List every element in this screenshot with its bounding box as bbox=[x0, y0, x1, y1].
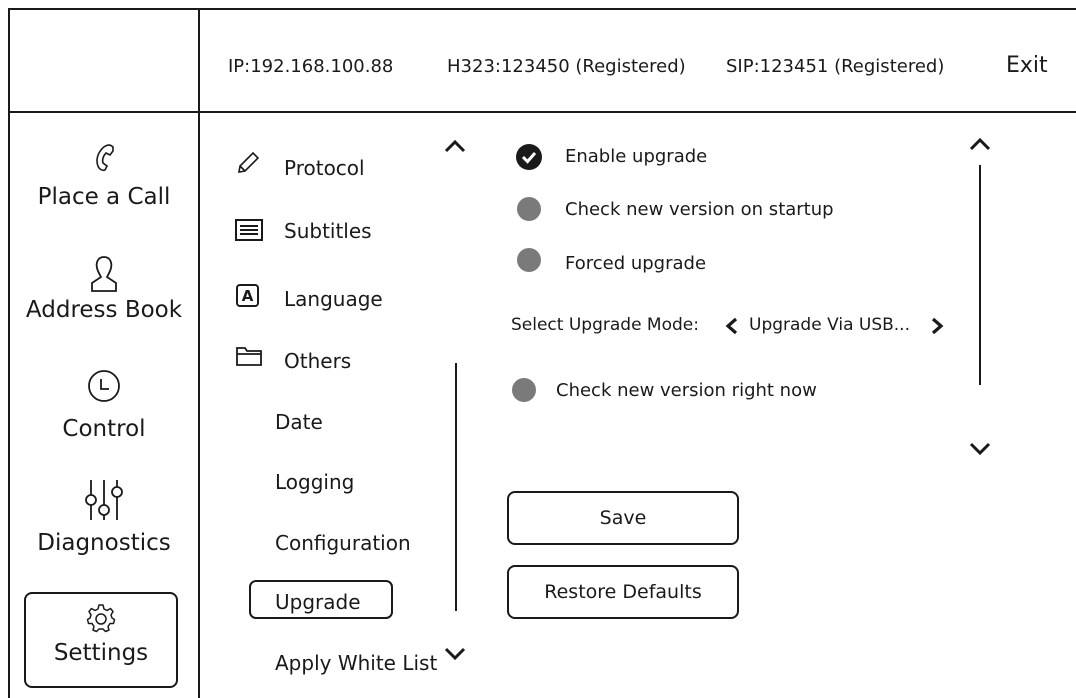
sidebar-item-label: Place a Call bbox=[37, 184, 171, 210]
menu-item-label: Protocol bbox=[284, 156, 365, 180]
sip-status-text: SIP:123451 (Registered) bbox=[726, 56, 945, 77]
options-scroll-down-icon[interactable] bbox=[968, 441, 992, 457]
upgrade-mode-label: Select Upgrade Mode: bbox=[511, 315, 699, 335]
submenu-item-logging[interactable]: Logging bbox=[275, 470, 354, 494]
sidebar-item-label: Control bbox=[62, 416, 146, 442]
sliders-icon bbox=[85, 480, 123, 520]
header-divider bbox=[8, 111, 1076, 113]
person-icon bbox=[91, 256, 117, 292]
sidebar-item-label: Diagnostics bbox=[37, 530, 171, 556]
upgrade-mode-value: Upgrade Via USB... bbox=[749, 315, 910, 335]
menu-item-label: Subtitles bbox=[284, 219, 372, 243]
options-scrollbar[interactable] bbox=[979, 165, 981, 385]
clock-icon bbox=[88, 370, 120, 402]
sidebar-item-label: Settings bbox=[53, 640, 149, 666]
folder-icon bbox=[236, 347, 262, 366]
sidebar-item-address-book[interactable]: Address Book bbox=[10, 253, 198, 323]
lines-icon bbox=[235, 219, 263, 241]
sidebar-item-settings[interactable]: Settings bbox=[24, 592, 178, 688]
check-on-startup-label: Check new version on startup bbox=[565, 199, 834, 220]
save-button[interactable]: Save bbox=[507, 491, 739, 545]
forced-upgrade-label: Forced upgrade bbox=[565, 253, 707, 274]
phone-icon bbox=[96, 144, 114, 172]
enable-upgrade-label: Enable upgrade bbox=[565, 146, 708, 167]
menu-item-label: Others bbox=[284, 349, 352, 373]
menu-scrollbar[interactable] bbox=[455, 363, 457, 611]
exit-button[interactable]: Exit bbox=[1006, 53, 1048, 78]
ip-address-text: IP:192.168.100.88 bbox=[228, 56, 394, 77]
restore-defaults-button[interactable]: Restore Defaults bbox=[507, 565, 739, 619]
sidebar-item-diagnostics[interactable]: Diagnostics bbox=[10, 478, 198, 556]
h323-status-text: H323:123450 (Registered) bbox=[447, 56, 686, 77]
sidebar-divider bbox=[198, 8, 200, 698]
menu-item-label: Language bbox=[284, 287, 383, 311]
check-icon bbox=[521, 152, 537, 164]
gear-icon bbox=[86, 604, 116, 633]
sidebar-item-label: Address Book bbox=[25, 297, 183, 323]
enable-upgrade-checkbox[interactable] bbox=[516, 144, 542, 170]
submenu-item-date[interactable]: Date bbox=[275, 410, 323, 434]
check-now-label: Check new version right now bbox=[556, 380, 817, 401]
submenu-item-upgrade[interactable]: Upgrade bbox=[249, 580, 393, 619]
check-now-button[interactable] bbox=[512, 378, 536, 402]
sidebar-item-place-a-call[interactable]: Place a Call bbox=[10, 140, 198, 210]
mode-next-arrow-icon[interactable] bbox=[929, 316, 945, 336]
menu-scroll-down-icon[interactable] bbox=[443, 646, 467, 662]
menu-scroll-up-icon[interactable] bbox=[443, 138, 467, 154]
options-scroll-up-icon[interactable] bbox=[968, 136, 992, 152]
submenu-item-apply-white-list[interactable]: Apply White List bbox=[275, 651, 437, 675]
svg-text:A: A bbox=[242, 287, 254, 305]
sidebar-item-control[interactable]: Control bbox=[10, 368, 198, 442]
check-on-startup-checkbox[interactable] bbox=[517, 197, 541, 221]
pencil-icon bbox=[238, 151, 260, 173]
submenu-item-configuration[interactable]: Configuration bbox=[275, 531, 411, 555]
forced-upgrade-checkbox[interactable] bbox=[517, 248, 541, 272]
mode-prev-arrow-icon[interactable] bbox=[724, 316, 740, 336]
submenu-item-label: Upgrade bbox=[275, 590, 361, 614]
frame-top-border bbox=[8, 8, 1076, 10]
language-a-icon: A bbox=[236, 284, 259, 307]
